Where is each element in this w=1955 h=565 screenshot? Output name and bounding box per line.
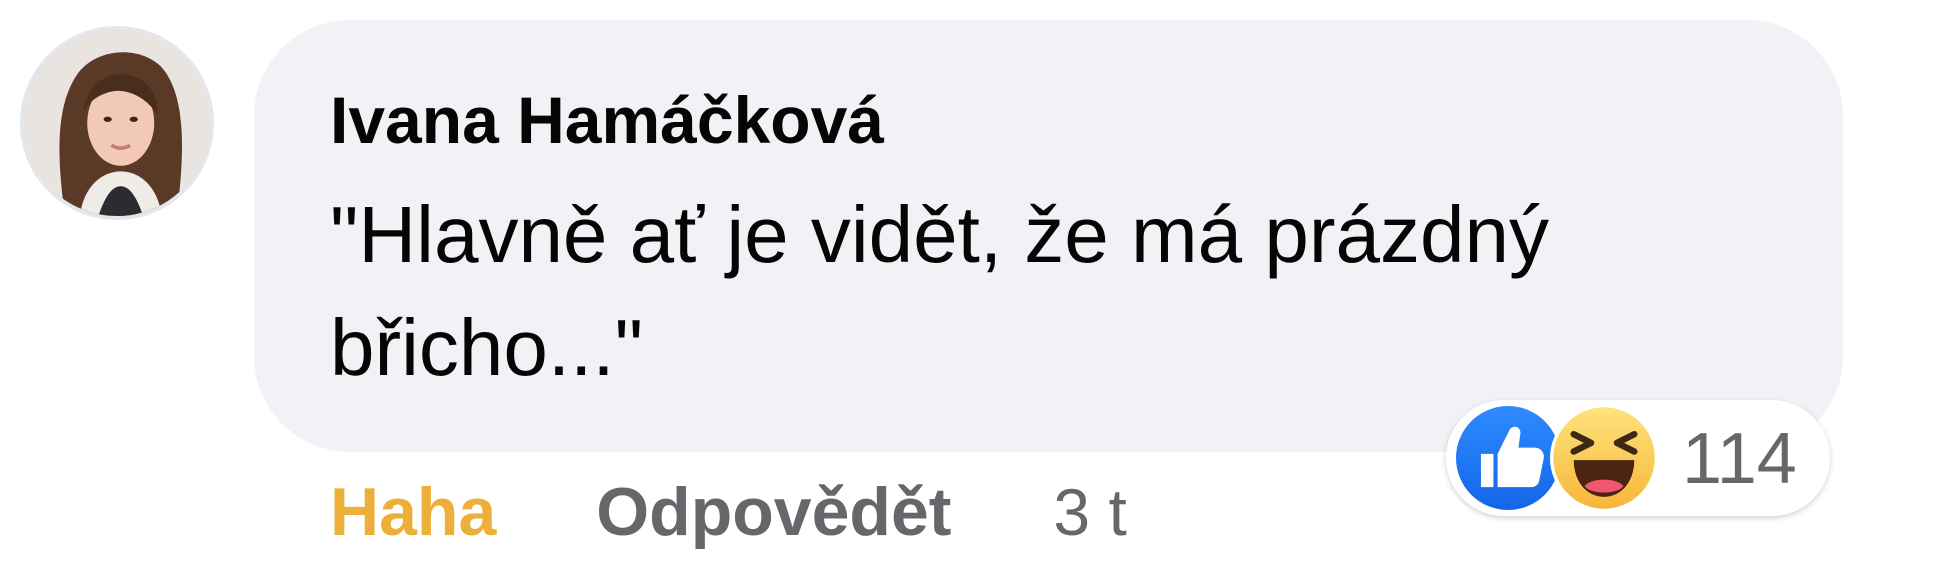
comment-timestamp[interactable]: 3 t	[1053, 474, 1126, 550]
reply-button[interactable]: Odpovědět	[596, 473, 951, 551]
author-avatar[interactable]	[24, 30, 210, 216]
avatar-photo	[24, 30, 210, 216]
comment-author-name[interactable]: Ivana Hamáčková	[330, 82, 884, 158]
haha-icon	[1550, 404, 1658, 512]
reaction-count: 114	[1682, 419, 1797, 499]
like-icon	[1456, 406, 1560, 510]
comment-actions: Haha Odpovědět 3 t	[330, 472, 1127, 552]
reactions-summary[interactable]: 114	[1446, 400, 1830, 516]
comment-text: "Hlavně ať je vidět, že má prázdný břich…	[330, 190, 1549, 392]
reaction-haha-button[interactable]: Haha	[330, 473, 496, 551]
